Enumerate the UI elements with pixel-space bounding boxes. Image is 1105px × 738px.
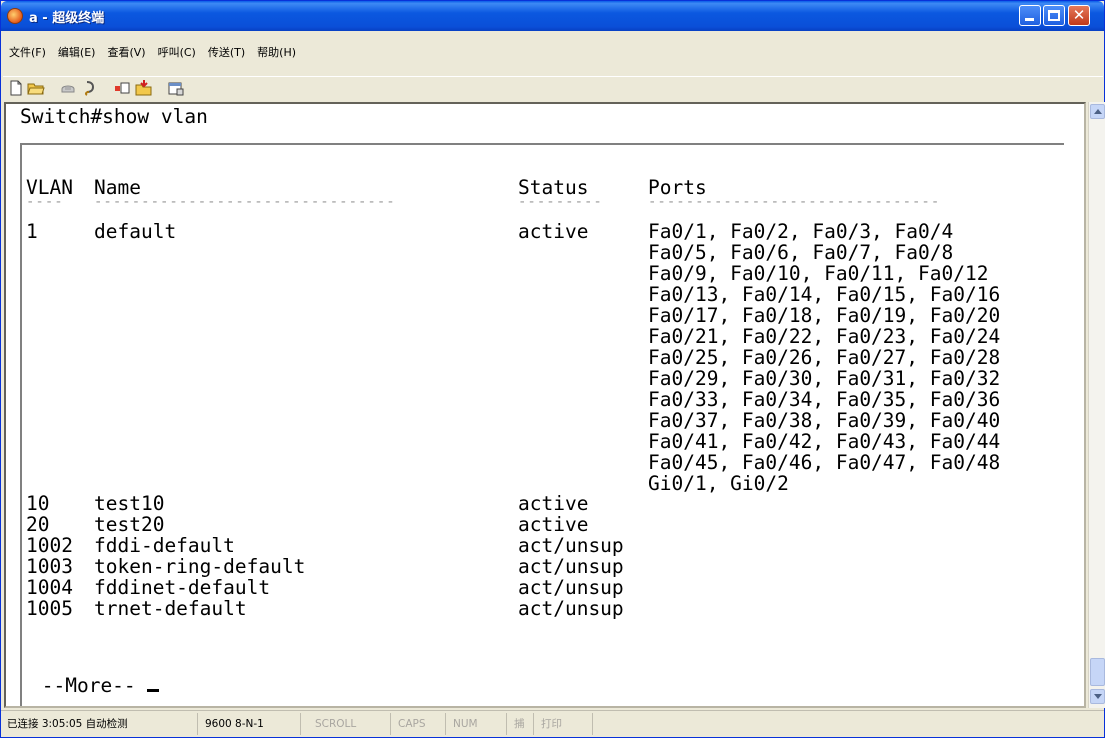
send-icon: [115, 82, 130, 94]
ports-line: Fa0/5, Fa0/6, Fa0/7, Fa0/8: [648, 241, 954, 264]
hyperterminal-window: a - 超级终端 ✕ 文件(F) 编辑(E) 查看(V) 呼叫(C) 传送(T)…: [0, 0, 1105, 738]
vlan-name: test20: [94, 513, 165, 536]
vlan-name: fddi-default: [94, 534, 235, 557]
vlan-status: act/unsup: [518, 555, 624, 578]
receive-button[interactable]: [135, 79, 155, 99]
ports-line: Fa0/1, Fa0/2, Fa0/3, Fa0/4: [648, 220, 954, 243]
disconnect-icon: [84, 81, 95, 96]
separator-ports: -------------------------------: [648, 194, 941, 210]
ports-line: Gi0/1, Gi0/2: [648, 472, 789, 495]
scroll-thumb[interactable]: [1090, 658, 1105, 686]
ports-line: Fa0/41, Fa0/42, Fa0/43, Fa0/44: [648, 430, 1001, 453]
open-button[interactable]: [27, 79, 47, 99]
vlan-id: 1003: [26, 555, 73, 578]
menu-help[interactable]: 帮助(H): [251, 41, 302, 61]
receive-icon: [135, 80, 152, 96]
ports-line: Fa0/37, Fa0/38, Fa0/39, Fa0/40: [648, 409, 1001, 432]
ports-line: Fa0/33, Fa0/34, Fa0/35, Fa0/36: [648, 388, 1001, 411]
vlan-name: token-ring-default: [94, 555, 306, 578]
vlan-id: 10: [26, 492, 50, 515]
vlan-name: fddinet-default: [94, 576, 271, 599]
vlan-id: 1002: [26, 534, 73, 557]
toolbar: [3, 76, 1103, 100]
vlan-id: 1: [26, 220, 38, 243]
separator-vlan: ----: [26, 194, 64, 210]
arrow-down-icon: [1094, 694, 1102, 699]
vlan-status: active: [518, 513, 589, 536]
ports-line: Fa0/9, Fa0/10, Fa0/11, Fa0/12: [648, 262, 989, 285]
vlan-name: trnet-default: [94, 597, 247, 620]
menu-call[interactable]: 呼叫(C): [152, 41, 202, 61]
window-title: a - 超级终端: [29, 11, 105, 26]
status-caps: CAPS: [394, 713, 446, 735]
send-button[interactable]: [113, 79, 133, 99]
ports-line: Fa0/17, Fa0/18, Fa0/19, Fa0/20: [648, 304, 1001, 327]
ports-line: Fa0/29, Fa0/30, Fa0/31, Fa0/32: [648, 367, 1001, 390]
maximize-icon: [1048, 10, 1060, 21]
vlan-status: act/unsup: [518, 534, 624, 557]
minimize-button[interactable]: [1019, 5, 1041, 26]
more-text: --More--: [30, 674, 148, 697]
status-capture: 捕: [510, 713, 534, 735]
vlan-name: default: [94, 220, 177, 243]
vlan-id: 1004: [26, 576, 73, 599]
disconnect-button[interactable]: [81, 79, 101, 99]
separator-name: --------------------------------: [94, 194, 396, 210]
status-bar: 已连接 3:05:05 自动检测 9600 8-N-1 SCROLL CAPS …: [1, 710, 1104, 737]
vlan-id: 1005: [26, 597, 73, 620]
vlan-id: 20: [26, 513, 50, 536]
text-cursor: [147, 689, 160, 692]
title-bar[interactable]: a - 超级终端 ✕: [1, 1, 1104, 31]
properties-icon: [168, 82, 184, 96]
phone-icon: [61, 85, 75, 93]
close-button[interactable]: ✕: [1068, 5, 1090, 26]
status-connection: 已连接 3:05:05 自动检测: [3, 713, 198, 735]
call-button[interactable]: [59, 79, 79, 99]
minimize-icon: [1025, 18, 1034, 21]
ports-line: Fa0/21, Fa0/22, Fa0/23, Fa0/24: [648, 325, 1001, 348]
vlan-name: test10: [94, 492, 165, 515]
menu-transfer[interactable]: 传送(T): [202, 41, 251, 61]
menu-view[interactable]: 查看(V): [101, 41, 151, 61]
command-line: Switch#show vlan: [20, 105, 208, 128]
separator-status: ---------: [518, 194, 603, 210]
status-print: 打印: [537, 713, 593, 735]
status-num: NUM: [449, 713, 507, 735]
vlan-status: act/unsup: [518, 597, 624, 620]
scroll-up-button[interactable]: [1090, 104, 1105, 119]
properties-button[interactable]: [167, 79, 187, 99]
ports-line: Fa0/45, Fa0/46, Fa0/47, Fa0/48: [648, 451, 1001, 474]
scroll-down-button[interactable]: [1090, 689, 1105, 704]
close-icon: ✕: [1072, 6, 1086, 24]
status-settings: 9600 8-N-1: [201, 713, 301, 735]
open-icon: [27, 83, 45, 95]
vlan-status: active: [518, 492, 589, 515]
more-prompt: --More--: [30, 674, 160, 697]
terminal-screen[interactable]: Switch#show vlan VLAN Name Status Ports …: [4, 102, 1086, 708]
vlan-status: active: [518, 220, 589, 243]
menu-bar: 文件(F) 编辑(E) 查看(V) 呼叫(C) 传送(T) 帮助(H): [3, 41, 302, 61]
ports-line: Fa0/25, Fa0/26, Fa0/27, Fa0/28: [648, 346, 1001, 369]
vertical-scrollbar[interactable]: [1088, 102, 1105, 708]
maximize-button[interactable]: [1043, 5, 1065, 26]
status-scroll: SCROLL: [311, 713, 391, 735]
new-icon: [10, 80, 22, 96]
hyperterminal-icon[interactable]: [7, 8, 23, 24]
ports-line: Fa0/13, Fa0/14, Fa0/15, Fa0/16: [648, 283, 1001, 306]
arrow-up-icon: [1094, 109, 1102, 114]
new-button[interactable]: [7, 79, 27, 99]
terminal-output: VLAN Name Status Ports ---- ------------…: [20, 143, 1064, 706]
vlan-status: act/unsup: [518, 576, 624, 599]
menu-edit[interactable]: 编辑(E): [52, 41, 102, 61]
menu-file[interactable]: 文件(F): [3, 41, 52, 61]
